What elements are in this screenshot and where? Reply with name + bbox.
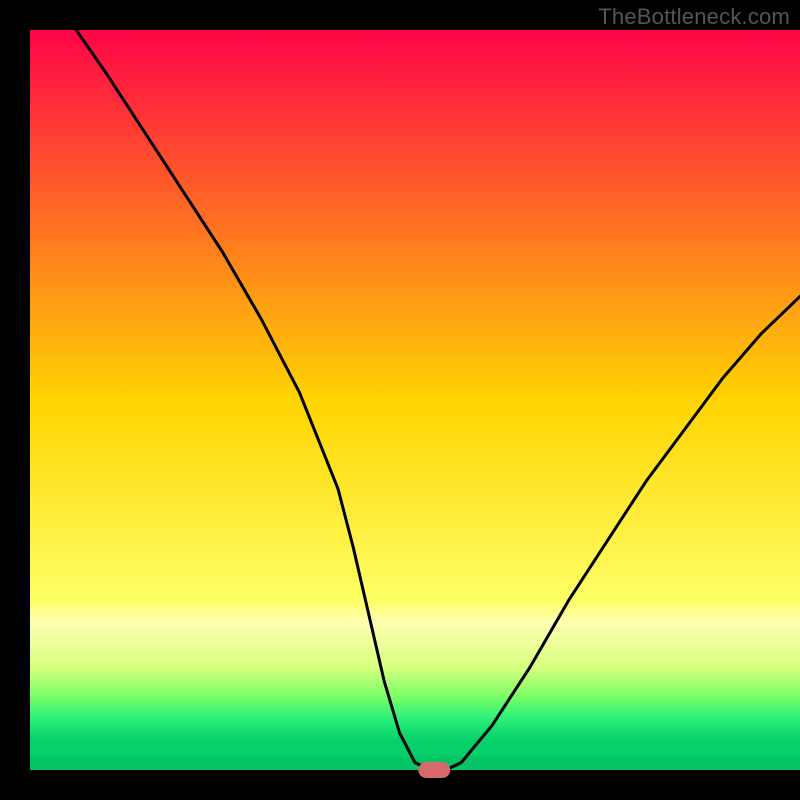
chart-svg — [0, 0, 800, 800]
plot-background — [30, 30, 800, 770]
optimal-marker — [418, 762, 450, 778]
bottleneck-chart: TheBottleneck.com — [0, 0, 800, 800]
watermark-text: TheBottleneck.com — [598, 4, 790, 30]
